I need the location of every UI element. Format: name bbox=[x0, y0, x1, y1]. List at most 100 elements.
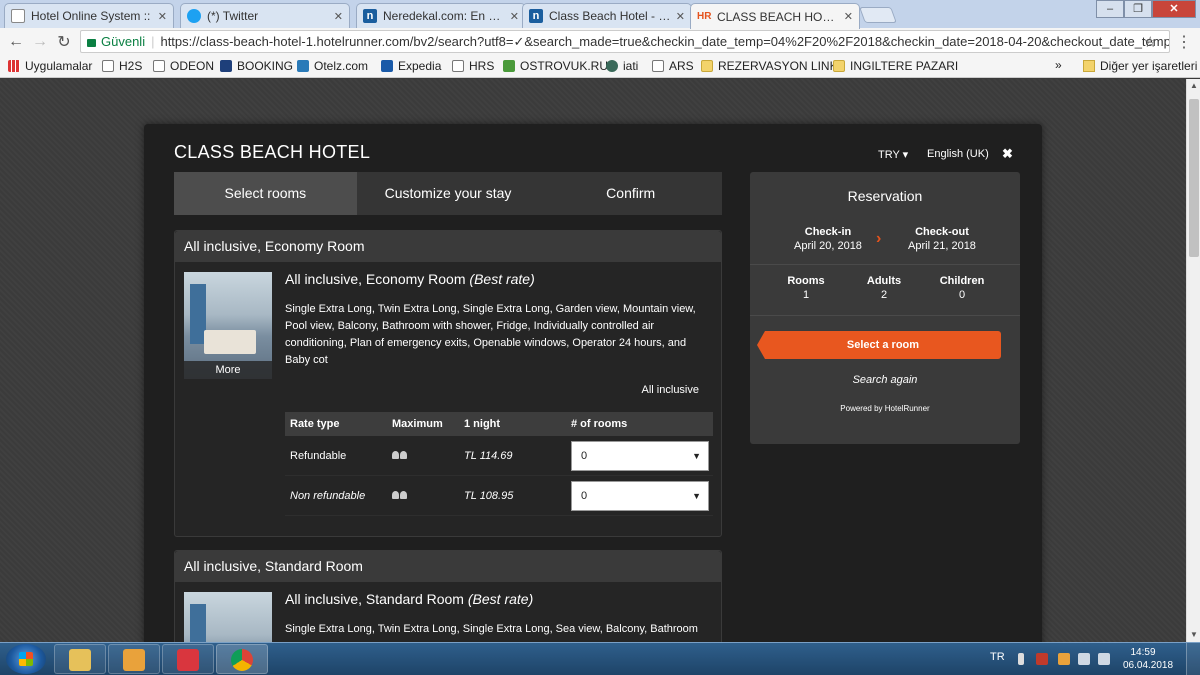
booking-steps: Select rooms Customize your stay Confirm bbox=[174, 172, 722, 215]
explorer-taskbar-button[interactable] bbox=[54, 644, 106, 674]
close-tab-icon[interactable]: ✕ bbox=[158, 10, 167, 23]
chrome-icon bbox=[231, 649, 253, 671]
back-arrow-icon[interactable]: ← bbox=[4, 33, 28, 51]
checkin-info: Check-in April 20, 2018 bbox=[794, 226, 862, 252]
scrollbar-thumb[interactable] bbox=[1189, 99, 1199, 257]
forward-arrow-icon[interactable]: → bbox=[28, 33, 52, 51]
room-card: All inclusive, Economy Room More All inc… bbox=[174, 230, 722, 537]
reload-icon[interactable]: ↻ bbox=[52, 32, 76, 52]
browser-tab-strip: Hotel Online System :: ✕ (*) Twitter ✕ n… bbox=[0, 0, 1200, 29]
outlook-taskbar-button[interactable] bbox=[108, 644, 160, 674]
rate-type: Non refundable bbox=[290, 489, 366, 502]
app-taskbar-button[interactable] bbox=[162, 644, 214, 674]
rate-row-non-refundable: Non refundable TL 108.95 0 ▼ bbox=[285, 476, 713, 516]
close-tab-icon[interactable]: ✕ bbox=[334, 10, 343, 23]
bookmark-icon bbox=[153, 60, 165, 72]
language-selector[interactable]: English (UK) bbox=[927, 148, 989, 160]
address-bar[interactable]: Güvenli | https://class-beach-hotel-1.ho… bbox=[80, 30, 1170, 53]
close-tab-icon[interactable]: ✕ bbox=[844, 10, 853, 23]
rooms-quantity-select[interactable]: 0 ▼ bbox=[571, 480, 709, 511]
browser-tab[interactable]: n Neredekal.com: En Çok ✕ bbox=[356, 3, 526, 28]
window-close-icon[interactable]: ✕ bbox=[1152, 0, 1196, 18]
step-confirm[interactable]: Confirm bbox=[539, 172, 722, 215]
volume-icon[interactable] bbox=[1098, 653, 1110, 665]
bookmark-folder[interactable]: REZERVASYON LINKL bbox=[701, 59, 844, 73]
tab-title: Hotel Online System :: bbox=[31, 9, 151, 23]
bookmark-item[interactable]: ODEON bbox=[153, 59, 214, 73]
bookmark-icon bbox=[102, 60, 114, 72]
document-icon bbox=[11, 9, 25, 23]
huawei-icon bbox=[177, 649, 199, 671]
vertical-scrollbar[interactable]: ▲ ▼ bbox=[1186, 79, 1200, 642]
tray-expand-icon[interactable] bbox=[1018, 653, 1024, 665]
bookmark-apps[interactable]: Uygulamalar bbox=[8, 59, 92, 73]
browser-tab[interactable]: Hotel Online System :: ✕ bbox=[4, 3, 174, 28]
booking-panel: CLASS BEACH HOTEL TRY ▾ English (UK) ✖ S… bbox=[144, 124, 1042, 642]
ostrovuk-icon bbox=[503, 60, 515, 72]
scroll-down-arrow-icon[interactable]: ▼ bbox=[1187, 628, 1200, 642]
twitter-icon bbox=[187, 9, 201, 23]
bookmark-item[interactable]: Otelz.com bbox=[297, 59, 368, 73]
currency-selector[interactable]: TRY ▾ bbox=[878, 148, 908, 161]
folder-icon bbox=[1083, 60, 1095, 72]
checkout-info: Check-out April 21, 2018 bbox=[908, 226, 976, 252]
bookmark-item[interactable]: BOOKING bbox=[220, 59, 293, 73]
system-clock[interactable]: 14:59 06.04.2018 bbox=[1123, 646, 1173, 672]
tray-app-icon[interactable] bbox=[1058, 653, 1070, 665]
scroll-up-arrow-icon[interactable]: ▲ bbox=[1187, 79, 1200, 93]
room-card: All inclusive, Standard Room All inclusi… bbox=[174, 550, 722, 642]
bookmark-star-icon[interactable]: ☆ bbox=[1144, 33, 1157, 51]
chevron-right-icon: › bbox=[876, 230, 882, 247]
rate-price: TL 114.69 bbox=[464, 449, 513, 462]
window-controls: – ❐ ✕ bbox=[1096, 0, 1196, 18]
close-icon[interactable]: ✖ bbox=[1002, 146, 1013, 162]
close-tab-icon[interactable]: ✕ bbox=[510, 10, 519, 23]
browser-tab[interactable]: (*) Twitter ✕ bbox=[180, 3, 350, 28]
folder-icon bbox=[69, 649, 91, 671]
step-select-rooms[interactable]: Select rooms bbox=[174, 172, 357, 215]
room-photo[interactable] bbox=[184, 592, 272, 642]
room-photo[interactable]: More bbox=[184, 272, 272, 379]
col-maximum: Maximum bbox=[392, 418, 443, 430]
restore-icon[interactable]: ❐ bbox=[1124, 0, 1152, 18]
rooms-count: Rooms 1 bbox=[787, 275, 825, 301]
bookmark-item[interactable]: ARS bbox=[652, 59, 694, 73]
input-language-indicator[interactable]: TR bbox=[990, 651, 1005, 663]
network-icon[interactable] bbox=[1078, 653, 1090, 665]
minimize-icon[interactable]: – bbox=[1096, 0, 1124, 18]
bookmarks-overflow-chevron-icon[interactable]: » bbox=[1055, 58, 1062, 72]
browser-tab-active[interactable]: HR CLASS BEACH HOTEL :: R ✕ bbox=[690, 3, 860, 29]
bookmark-item[interactable]: Expedia bbox=[381, 59, 441, 73]
other-bookmarks[interactable]: Diğer yer işaretleri bbox=[1083, 59, 1197, 73]
browser-tab[interactable]: n Class Beach Hotel - Sitel ✕ bbox=[522, 3, 692, 28]
bookmark-folder[interactable]: INGILTERE PAZARI bbox=[833, 59, 958, 73]
browser-menu-icon[interactable]: ⋮ bbox=[1176, 32, 1192, 52]
bookmark-item[interactable]: H2S bbox=[102, 59, 142, 73]
more-photos-button[interactable]: More bbox=[184, 361, 272, 379]
bookmark-item[interactable]: iati bbox=[606, 59, 638, 73]
expedia-icon bbox=[381, 60, 393, 72]
hotel-name: CLASS BEACH HOTEL bbox=[174, 142, 371, 162]
new-tab-button[interactable] bbox=[859, 7, 897, 23]
step-customize-stay[interactable]: Customize your stay bbox=[357, 172, 540, 215]
guests-icon bbox=[392, 450, 464, 462]
search-again-link[interactable]: Search again bbox=[750, 374, 1020, 386]
tray-app-icon[interactable] bbox=[1036, 653, 1048, 665]
windows-logo-icon bbox=[19, 652, 33, 666]
chrome-taskbar-button[interactable] bbox=[216, 644, 268, 674]
col-rate-type: Rate type bbox=[290, 418, 340, 430]
show-desktop-button[interactable] bbox=[1186, 643, 1200, 675]
rooms-quantity-select[interactable]: 0 ▼ bbox=[571, 440, 709, 471]
caret-down-icon: ▼ bbox=[692, 450, 701, 461]
page-viewport: CLASS BEACH HOTEL TRY ▾ English (UK) ✖ S… bbox=[0, 79, 1186, 642]
n-icon: n bbox=[529, 9, 543, 23]
bookmark-item[interactable]: OSTROVUK.RU bbox=[503, 59, 608, 73]
bookmark-item[interactable]: HRS bbox=[452, 59, 494, 73]
divider bbox=[750, 264, 1020, 265]
close-tab-icon[interactable]: ✕ bbox=[676, 10, 685, 23]
select-a-room-button[interactable]: Select a room bbox=[757, 331, 1001, 359]
secure-label: Güvenli bbox=[101, 34, 146, 49]
children-count: Children 0 bbox=[939, 275, 985, 301]
start-button[interactable] bbox=[6, 644, 46, 674]
browser-toolbar: ← → ↻ Güvenli | https://class-beach-hote… bbox=[0, 28, 1200, 56]
